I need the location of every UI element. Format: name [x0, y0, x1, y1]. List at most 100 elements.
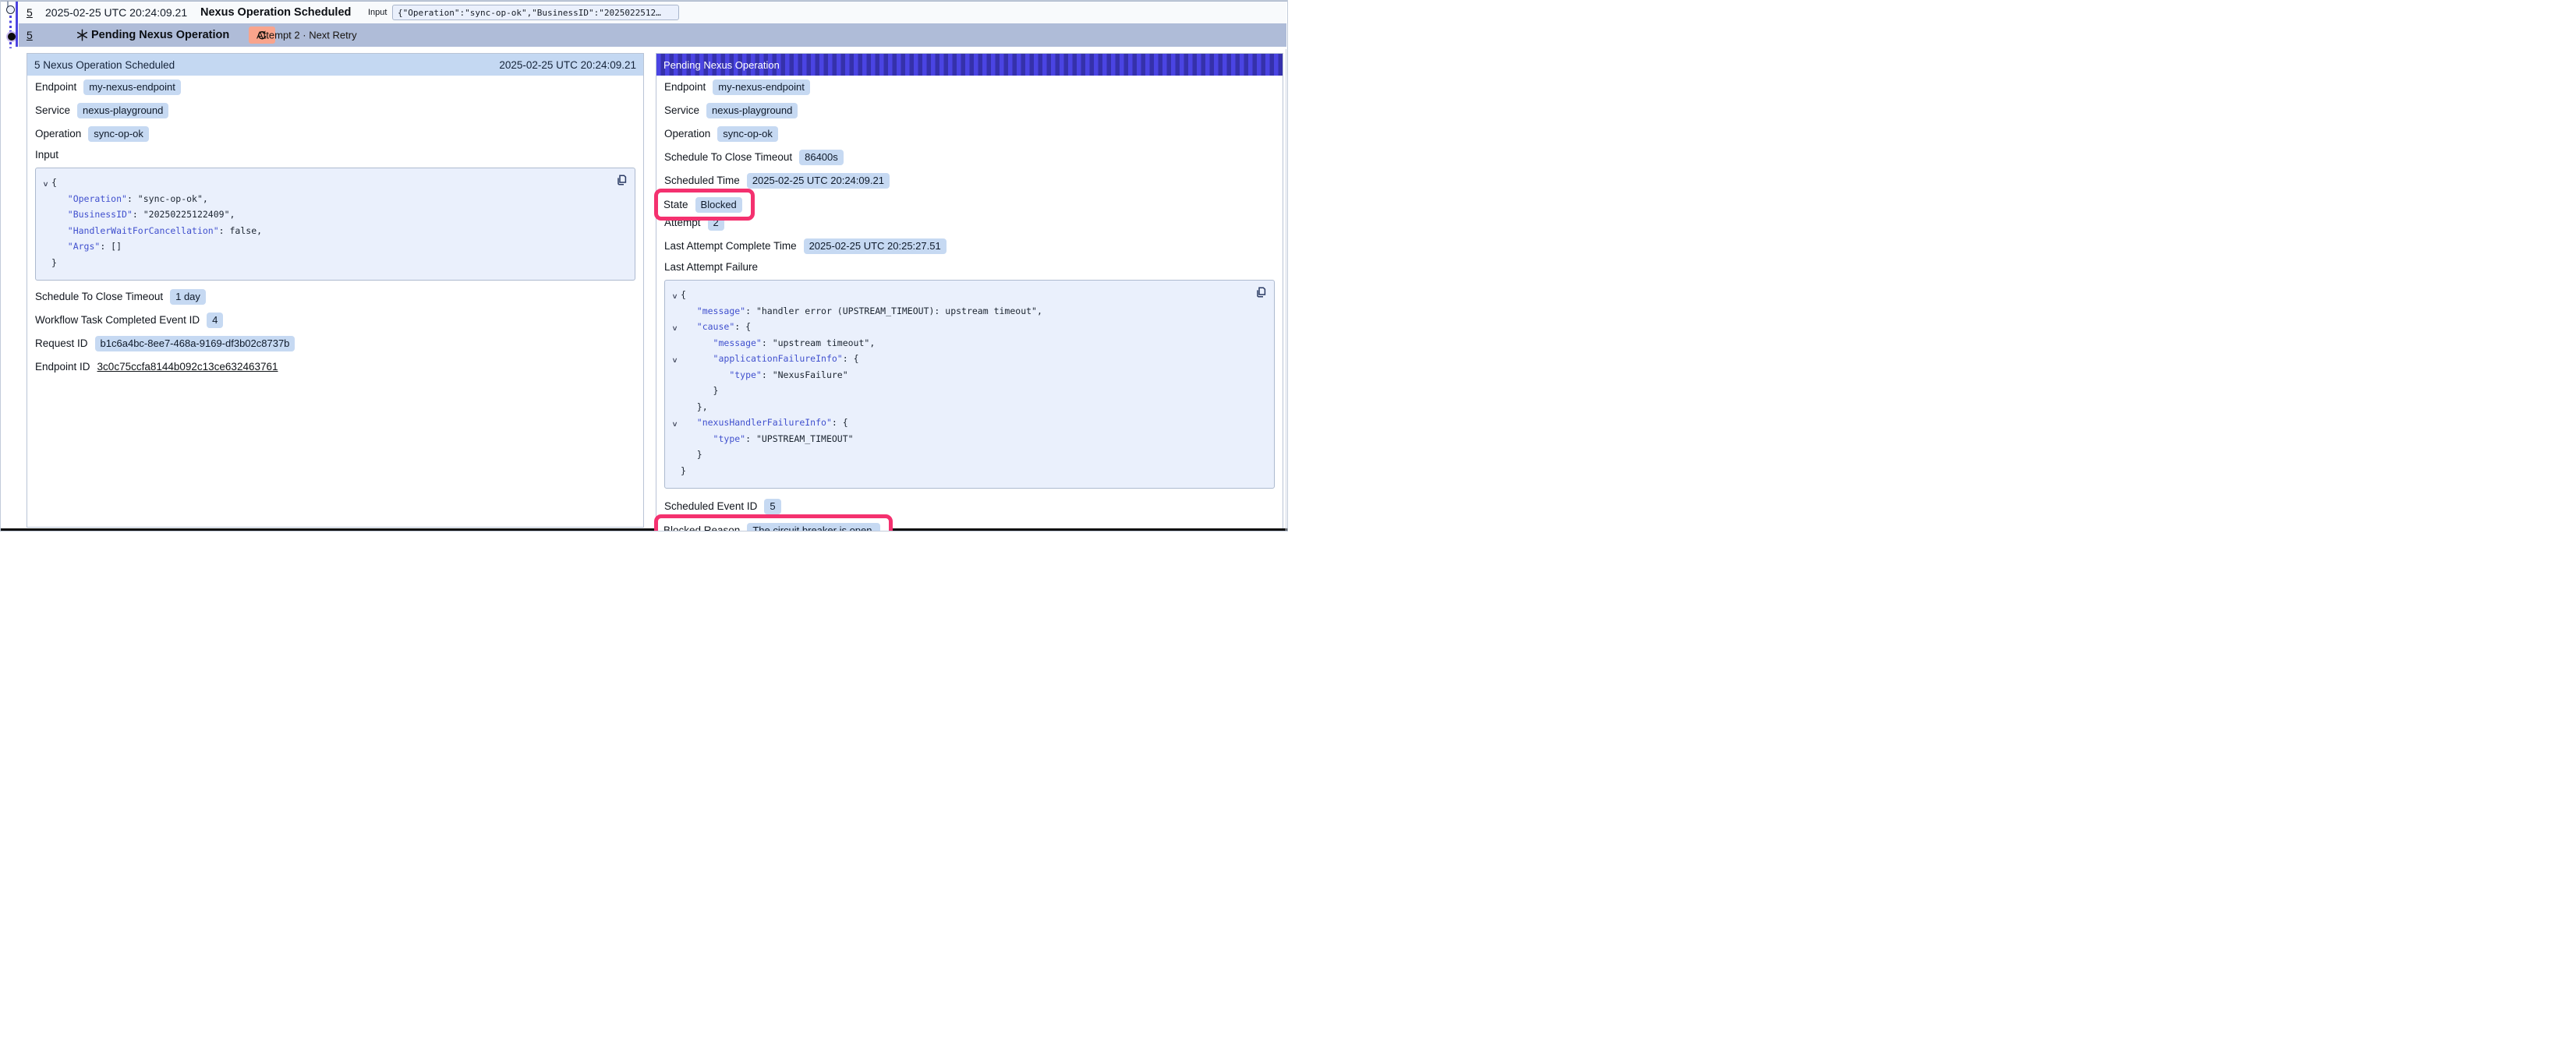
- input-label: Input: [368, 8, 387, 17]
- field-row-attempt: Attempt2: [664, 214, 1275, 231]
- timeline-dashed-connector-lower: [9, 42, 12, 48]
- field-label-schedule-to-close-timeout: Schedule To Close Timeout: [35, 291, 163, 302]
- input-section-label: Input: [35, 149, 635, 163]
- json-line: ∨{: [669, 288, 1265, 305]
- field-value-schedule-to-close-timeout: 1 day: [170, 289, 206, 305]
- json-text: "HandlerWaitForCancellation": false,: [51, 224, 262, 241]
- field-row-operation: Operationsync-op-ok: [35, 125, 635, 142]
- right-fields-top: Endpoint my-nexus-endpoint Servicenexus-pl…: [664, 79, 1275, 254]
- field-label-scheduled-time: Scheduled Time: [664, 175, 740, 186]
- field-value-operation: sync-op-ok: [88, 126, 149, 142]
- timeline-dashed-connector: [9, 16, 12, 32]
- field-value-scheduled-event-id: 5: [764, 499, 780, 514]
- field-row-state: StateBlocked: [663, 196, 742, 213]
- field-value-endpoint: my-nexus-endpoint: [713, 79, 810, 95]
- input-preview-chip[interactable]: {"Operation":"sync-op-ok","BusinessID":"…: [392, 5, 679, 20]
- collapse-chevron-icon[interactable]: ∨: [37, 178, 53, 192]
- field-row-last-attempt-complete-time: Last Attempt Complete Time 2025-02-25 UTC…: [664, 238, 1275, 254]
- panel-right-body: Endpoint my-nexus-endpoint Servicenexus-pl…: [656, 76, 1283, 532]
- copy-icon[interactable]: [614, 174, 628, 188]
- panel-right-title: Pending Nexus Operation: [663, 59, 780, 71]
- collapse-chevron-icon[interactable]: ∨: [667, 291, 682, 305]
- collapse-chevron-icon[interactable]: ∨: [667, 418, 682, 433]
- json-line: ∨ "type": "NexusFailure": [669, 369, 1265, 385]
- json-text: "message": "upstream timeout",: [681, 337, 875, 353]
- field-label-endpoint-id: Endpoint ID: [35, 361, 90, 373]
- field-value-service: nexus-playground: [706, 103, 798, 118]
- event-row-nexus-operation-scheduled[interactable]: 5 2025-02-25 UTC 20:24:09.21 Nexus Opera…: [19, 2, 1286, 23]
- json-line: ∨ "cause": {: [669, 320, 1265, 337]
- pending-operation-title: Pending Nexus Operation: [91, 29, 229, 41]
- field-label-scheduled-event-id: Scheduled Event ID: [664, 500, 757, 512]
- field-row-endpoint: Endpoint my-nexus-endpoint: [35, 79, 635, 95]
- field-value-endpoint: my-nexus-endpoint: [83, 79, 181, 95]
- panel-nexus-operation-scheduled: 5 Nexus Operation Scheduled 2025-02-25 U…: [27, 53, 644, 528]
- input-json-lines: ∨{∨ "Operation": "sync-op-ok",∨ "Busines…: [40, 176, 625, 272]
- field-label-operation: Operation: [664, 128, 710, 139]
- field-row-request-id: Request ID b1c6a4bc-8ee7-468a-9169-df3b02…: [35, 335, 635, 351]
- annotation-highlight-state: StateBlocked: [654, 189, 755, 221]
- panel-left-body: Endpointmy-nexus-endpointServicenexus-pl…: [27, 76, 643, 375]
- pending-asterisk-icon: [76, 29, 88, 41]
- collapse-chevron-icon[interactable]: ∨: [667, 355, 682, 369]
- field-value-endpoint-id[interactable]: 3c0c75ccfa8144b092c13ce632463761: [97, 361, 278, 373]
- json-text: "message": "handler error (UPSTREAM_TIME…: [681, 305, 1042, 321]
- json-line: ∨ }: [669, 384, 1265, 401]
- json-text: }: [681, 384, 718, 401]
- field-label-last-attempt-complete-time: Last Attempt Complete Time: [664, 240, 797, 252]
- field-row-schedule-to-close-timeout: Schedule To Close Timeout86400s: [664, 149, 1275, 165]
- json-text: "cause": {: [681, 320, 751, 337]
- field-value-state: Blocked: [695, 197, 742, 213]
- field-label-endpoint: Endpoint: [664, 81, 706, 93]
- retry-attempt-badge: Attempt 2 · Next Retry: [249, 26, 275, 44]
- field-value-last-attempt-complete-time: 2025-02-25 UTC 20:25:27.51: [804, 238, 947, 254]
- json-line: ∨ "Operation": "sync-op-ok",: [40, 192, 625, 209]
- json-line: ∨ "applicationFailureInfo": {: [669, 352, 1265, 369]
- field-row-workflow-task-completed-event-id: Workflow Task Completed Event ID4: [35, 312, 635, 328]
- field-row-endpoint-id: Endpoint ID 3c0c75ccfa8144b092c13ce632463…: [35, 358, 635, 375]
- field-row-service: Servicenexus-playground: [664, 102, 1275, 118]
- json-line: ∨}: [40, 256, 625, 273]
- field-value-service: nexus-playground: [77, 103, 168, 118]
- json-line: ∨ },: [669, 401, 1265, 417]
- field-row-schedule-to-close-timeout: Schedule To Close Timeout 1 day: [35, 288, 635, 305]
- timeline-accent-bar: [16, 2, 18, 47]
- failure-json-viewer: ∨{∨ "message": "handler error (UPSTREAM_…: [664, 280, 1275, 489]
- field-label-request-id: Request ID: [35, 337, 88, 349]
- panel-left-time: 2025-02-25 UTC 20:24:09.21: [499, 59, 636, 71]
- event-id-link[interactable]: 5: [27, 29, 33, 41]
- json-text: }: [681, 448, 702, 464]
- right-fields-bottom: Scheduled Event ID5Blocked ReasonThe cir…: [664, 498, 1275, 532]
- json-text: "applicationFailureInfo": {: [681, 352, 859, 369]
- json-text: "Operation": "sync-op-ok",: [51, 192, 208, 209]
- json-text: "nexusHandlerFailureInfo": {: [681, 416, 848, 433]
- field-label-endpoint: Endpoint: [35, 81, 76, 93]
- json-line: ∨ "HandlerWaitForCancellation": false,: [40, 224, 625, 241]
- json-line: ∨ "nexusHandlerFailureInfo": {: [669, 416, 1265, 433]
- field-row-operation: Operation sync-op-ok: [664, 125, 1275, 142]
- field-row-scheduled-event-id: Scheduled Event ID 5: [664, 498, 1275, 514]
- json-text: },: [681, 401, 708, 417]
- collapse-chevron-icon[interactable]: ∨: [667, 323, 682, 337]
- input-json-viewer: ∨{∨ "Operation": "sync-op-ok",∨ "Busines…: [35, 168, 635, 281]
- field-row-scheduled-time: Scheduled Time2025-02-25 UTC 20:24:09.21: [664, 172, 1275, 189]
- field-value-request-id: b1c6a4bc-8ee7-468a-9169-df3b02c8737b: [95, 336, 295, 351]
- temporal-event-history-screen: 5 2025-02-25 UTC 20:24:09.21 Nexus Opera…: [0, 0, 1288, 532]
- panel-pending-nexus-operation: Pending Nexus Operation Endpoint my-nexus…: [656, 53, 1283, 530]
- last-attempt-failure-label: Last Attempt Failure: [664, 261, 1275, 275]
- panel-right-header-pending: Pending Nexus Operation: [656, 54, 1283, 76]
- field-label-schedule-to-close-timeout: Schedule To Close Timeout: [664, 151, 792, 163]
- retry-badge-label: Attempt 2 · Next Retry: [257, 29, 357, 41]
- json-line: ∨ "message": "upstream timeout",: [669, 337, 1265, 353]
- json-line: ∨ "message": "handler error (UPSTREAM_TI…: [669, 305, 1265, 321]
- field-value-operation: sync-op-ok: [717, 126, 778, 142]
- copy-icon[interactable]: [1254, 286, 1268, 300]
- field-label-workflow-task-completed-event-id: Workflow Task Completed Event ID: [35, 314, 200, 326]
- json-line: ∨}: [669, 464, 1265, 481]
- json-text: "type": "UPSTREAM_TIMEOUT": [681, 433, 854, 449]
- event-id-link[interactable]: 5: [27, 6, 33, 19]
- failure-json-lines: ∨{∨ "message": "handler error (UPSTREAM_…: [669, 288, 1265, 480]
- panel-left-header[interactable]: 5 Nexus Operation Scheduled 2025-02-25 U…: [27, 54, 643, 76]
- json-line: ∨{: [40, 176, 625, 192]
- event-row-pending-nexus-operation[interactable]: 5 Pending Nexus Operation Attempt 2 · Ne…: [19, 23, 1286, 48]
